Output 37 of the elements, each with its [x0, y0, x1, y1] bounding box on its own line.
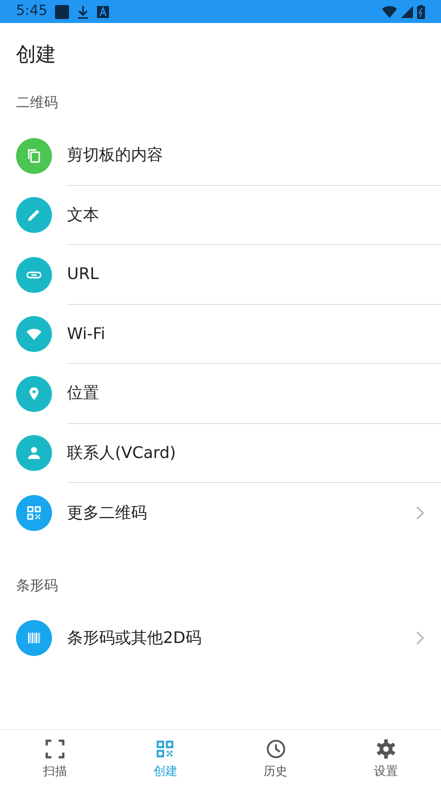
- item-label: 剪切板的内容: [67, 144, 164, 166]
- download-icon: [77, 4, 90, 18]
- chevron-right-icon: [415, 631, 425, 646]
- list-item[interactable]: 条形码或其他2D码: [0, 608, 441, 668]
- list-item[interactable]: 联系人(VCard): [0, 424, 441, 483]
- section-header: 条形码: [15, 576, 59, 596]
- item-label: 位置: [67, 382, 100, 404]
- list-item[interactable]: 文本: [0, 186, 441, 245]
- app-notification-icon: [97, 6, 110, 18]
- status-time: 5:45: [16, 2, 48, 21]
- qr-code-icon: [25, 504, 43, 522]
- settings-icon: [374, 738, 397, 760]
- list-item[interactable]: URL: [0, 245, 441, 304]
- copy-icon: [25, 146, 43, 165]
- item-label: 联系人(VCard): [67, 442, 177, 464]
- section-header: 二维码: [15, 94, 59, 113]
- nav-tab[interactable]: 历史: [220, 730, 331, 785]
- item-label: URL: [67, 263, 100, 286]
- cell-signal-icon: [401, 6, 413, 18]
- list-item[interactable]: 剪切板的内容: [0, 126, 441, 186]
- notification-icon: [55, 4, 70, 18]
- item-label: 更多二维码: [67, 502, 148, 524]
- scan-icon: [44, 738, 66, 760]
- page-title: 创建: [15, 41, 57, 68]
- qr-code-icon: [154, 738, 176, 760]
- item-label: 条形码或其他2D码: [67, 627, 202, 650]
- item-label: Wi-Fi: [67, 322, 106, 345]
- item-label: 文本: [67, 204, 100, 226]
- list-item[interactable]: Wi-Fi: [0, 304, 441, 364]
- wifi-signal-icon: [382, 6, 397, 18]
- chevron-right-icon: [415, 506, 425, 520]
- list-item[interactable]: 位置: [0, 364, 441, 424]
- list-item[interactable]: 更多二维码: [0, 483, 441, 542]
- nav-tab[interactable]: 扫描: [0, 730, 110, 785]
- battery-icon: [417, 4, 425, 18]
- clock-icon: [264, 738, 287, 760]
- nav-tab[interactable]: 设置: [330, 730, 441, 785]
